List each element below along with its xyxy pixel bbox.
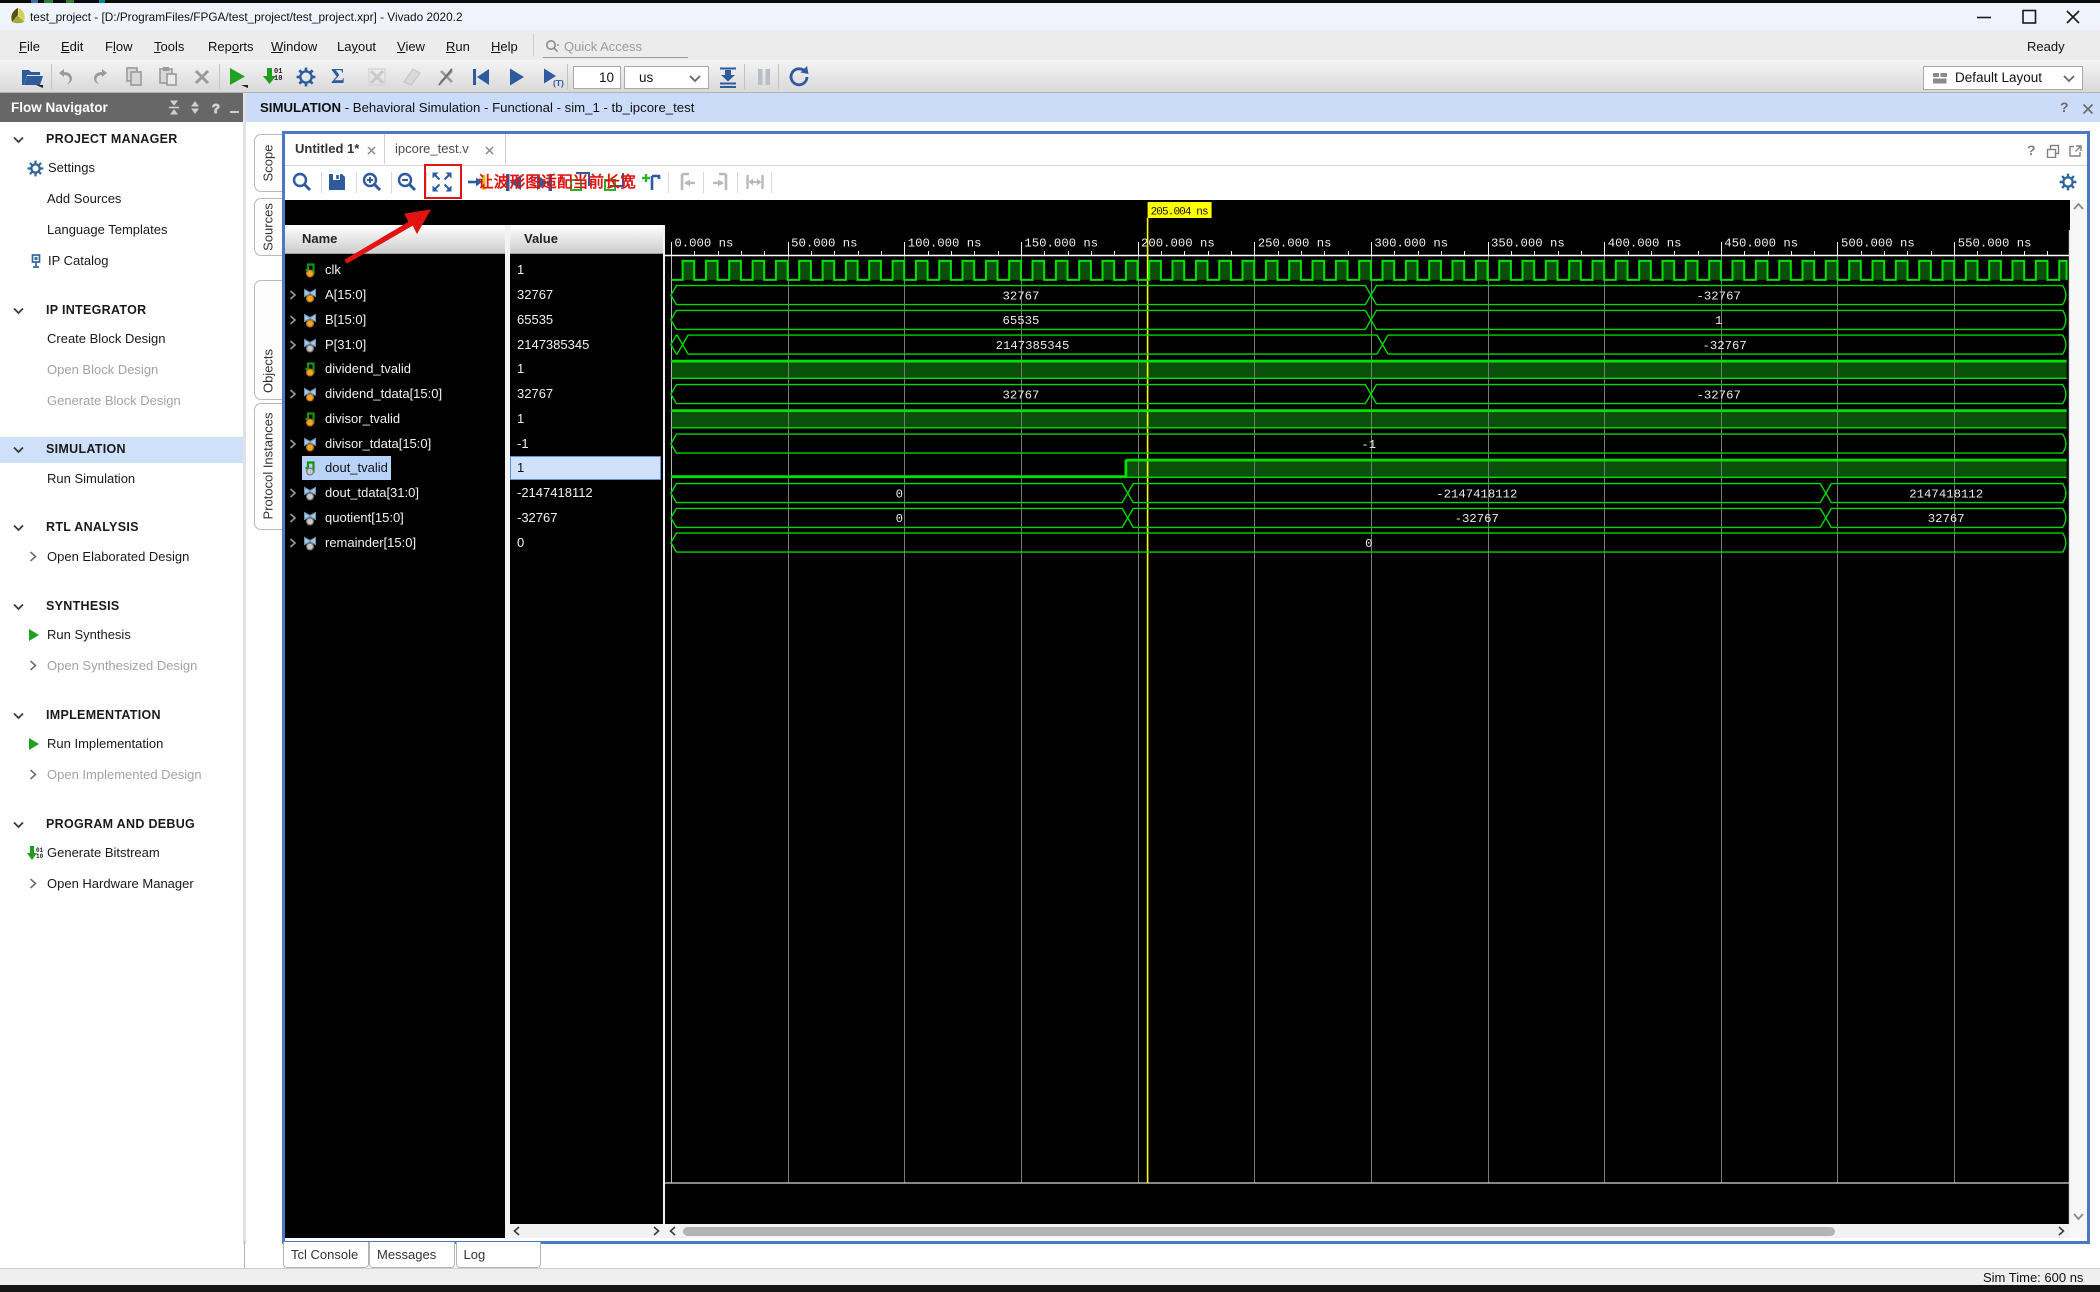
svg-text:?: ?	[212, 101, 220, 115]
svg-text:-32767: -32767	[1455, 512, 1499, 526]
svg-text:450.000 ns: 450.000 ns	[1724, 237, 1798, 251]
svg-text:150.000 ns: 150.000 ns	[1024, 237, 1098, 251]
svg-text:300.000 ns: 300.000 ns	[1374, 237, 1448, 251]
svg-text:500.000 ns: 500.000 ns	[1841, 237, 1915, 251]
svg-text:-32767: -32767	[1697, 388, 1741, 402]
svg-text:(T): (T)	[553, 78, 564, 88]
svg-text:2147385345: 2147385345	[996, 339, 1070, 353]
svg-text:-2147418112: -2147418112	[1436, 487, 1517, 501]
svg-text:32767: 32767	[1928, 512, 1965, 526]
svg-text:2147418112: 2147418112	[1909, 487, 1983, 501]
svg-text:-1: -1	[1361, 438, 1376, 452]
svg-text:65535: 65535	[1002, 314, 1039, 328]
svg-text:50.000 ns: 50.000 ns	[791, 237, 857, 251]
svg-text:32767: 32767	[1002, 289, 1039, 303]
svg-text:1: 1	[1715, 314, 1722, 328]
svg-text:0: 0	[896, 487, 903, 501]
svg-text:350.000 ns: 350.000 ns	[1491, 237, 1565, 251]
svg-text:-32767: -32767	[1697, 289, 1741, 303]
svg-text:205.004 ns: 205.004 ns	[1151, 207, 1209, 219]
svg-text:100.000 ns: 100.000 ns	[908, 237, 982, 251]
svg-text:10: 10	[36, 853, 44, 860]
svg-text:250.000 ns: 250.000 ns	[1258, 237, 1332, 251]
svg-text:0.000 ns: 0.000 ns	[674, 237, 733, 251]
svg-text:400.000 ns: 400.000 ns	[1608, 237, 1682, 251]
svg-text:0: 0	[1365, 537, 1372, 551]
svg-text:10: 10	[274, 75, 282, 83]
svg-text:-32767: -32767	[1702, 339, 1746, 353]
svg-text:200.000 ns: 200.000 ns	[1141, 237, 1215, 251]
svg-text:32767: 32767	[1002, 388, 1039, 402]
svg-text:0: 0	[896, 512, 903, 526]
svg-text:550.000 ns: 550.000 ns	[1958, 237, 2032, 251]
